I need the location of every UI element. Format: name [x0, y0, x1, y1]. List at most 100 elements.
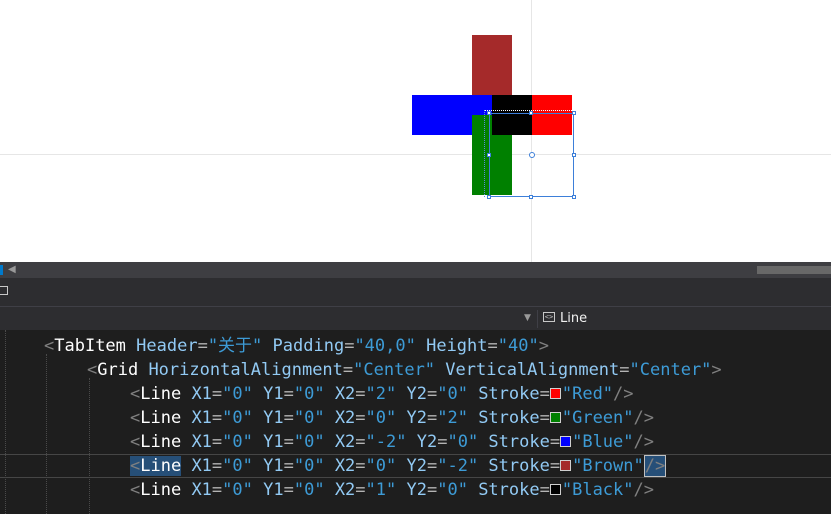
code-token-attr: X2 [324, 432, 356, 452]
code-token-val: "0" [293, 384, 325, 404]
code-token-eq: = [355, 480, 366, 500]
resize-handle-bottom-left[interactable] [487, 195, 491, 199]
code-token-tag: Line [140, 408, 182, 428]
code-token-bracket: < [130, 480, 141, 500]
code-token-val: "Green" [561, 408, 634, 428]
color-swatch-icon[interactable] [549, 484, 561, 495]
code-token-attr: X1 [181, 456, 212, 476]
code-token-val: "Blue" [572, 432, 634, 452]
code-token-bracket: < [130, 432, 141, 452]
designer-toolbar [0, 278, 831, 306]
code-token-bracket: > [538, 336, 549, 356]
scroll-left-arrow-icon[interactable]: ◀ [8, 264, 16, 276]
resize-handle-top[interactable] [529, 111, 533, 115]
color-swatch-icon[interactable] [560, 460, 572, 471]
code-token-tag: Line [140, 432, 182, 452]
expand-pane-icon[interactable] [0, 286, 8, 295]
code-line[interactable]: <Line X1="0" Y1="0" X2="-2" Y2="0" Strok… [0, 430, 831, 454]
code-token-attr: Stroke [467, 384, 540, 404]
code-token-val: "Center" [353, 360, 436, 380]
code-token-attr: Y2 [396, 384, 427, 404]
code-token-eq: = [211, 456, 223, 476]
code-token-attr: X1 [181, 384, 212, 404]
code-line[interactable]: <Grid HorizontalAlignment="Center" Verti… [0, 358, 831, 382]
code-token-eq: = [426, 384, 438, 404]
code-token-eq: = [355, 384, 366, 404]
code-token-eq: = [355, 432, 366, 452]
code-token-eq: = [549, 432, 561, 452]
scrollbar-thumb[interactable] [757, 266, 831, 274]
code-token-val: "0" [437, 480, 468, 500]
code-token-val: "0" [222, 408, 253, 428]
code-token-tag: Grid [97, 360, 139, 380]
code-token-bracket: /> [633, 432, 654, 452]
resize-handle-top-right[interactable] [572, 111, 576, 115]
code-token-attr: Stroke [467, 480, 540, 500]
code-token-eq: = [355, 408, 366, 428]
code-token-bracket: /> [643, 455, 667, 477]
code-line-current[interactable]: <Line X1="0" Y1="0" X2="0" Y2="-2" Strok… [0, 454, 831, 478]
resize-handle-left[interactable] [487, 153, 491, 157]
code-token-attr: Y1 [252, 408, 284, 428]
code-token-val: "0" [293, 480, 325, 500]
xaml-designer-surface[interactable] [0, 0, 831, 262]
code-token-eq: = [283, 480, 294, 500]
code-token-attr: Stroke [467, 408, 540, 428]
resize-handle-bottom[interactable] [529, 195, 533, 199]
code-line[interactable]: <Line X1="0" Y1="0" X2="0" Y2="2" Stroke… [0, 406, 831, 430]
designer-center-guide-horizontal [0, 154, 831, 155]
code-token-eq: = [539, 408, 550, 428]
xaml-element-icon: <> [543, 312, 555, 322]
chevron-down-icon[interactable]: ▼ [524, 311, 531, 325]
code-token-attr: X2 [324, 456, 356, 476]
code-token-eq: = [619, 360, 630, 380]
code-token-val: "-2" [365, 432, 407, 452]
code-token-attr: Stroke [478, 432, 550, 452]
code-token-attr: Stroke [478, 456, 550, 476]
code-token-val: "2" [365, 384, 397, 404]
color-swatch-icon[interactable] [549, 388, 561, 399]
code-token-eq: = [197, 336, 208, 356]
render-transform-origin-handle[interactable] [529, 152, 535, 158]
code-token-eq: = [283, 456, 294, 476]
code-token-eq: = [342, 360, 354, 380]
code-token-val: "0" [293, 456, 325, 476]
code-line[interactable]: <Line X1="0" Y1="0" X2="2" Y2="0" Stroke… [0, 382, 831, 406]
code-line[interactable]: <TabItem Header="关于" Padding="40,0" Heig… [0, 334, 831, 358]
code-token-val: "0" [222, 456, 253, 476]
code-token-val: "40" [497, 336, 539, 356]
code-token-val: "-2" [437, 456, 479, 476]
resize-handle-right[interactable] [572, 153, 576, 157]
selected-element-label[interactable]: Line [560, 310, 587, 328]
code-token-eq: = [426, 480, 438, 500]
resize-handle-bottom-right[interactable] [572, 195, 576, 199]
color-swatch-icon[interactable] [549, 412, 561, 423]
code-token-eq: = [283, 408, 294, 428]
code-token-val: "关于" [207, 336, 263, 356]
code-token-bracket: /> [613, 384, 634, 404]
code-token-val: "0" [447, 432, 479, 452]
color-swatch-icon[interactable] [560, 436, 572, 447]
code-token-bracket: /> [633, 480, 654, 500]
code-token-val: "Red" [561, 384, 614, 404]
code-token-val: "0" [365, 408, 397, 428]
code-token-val: "0" [222, 432, 253, 452]
code-token-attr: Y2 [396, 480, 427, 500]
code-token-eq: = [426, 456, 438, 476]
code-token-attr: Y2 [396, 408, 427, 428]
code-token-val: "0" [222, 480, 253, 500]
code-token-attr: X2 [324, 480, 356, 500]
navbar-separator [537, 310, 538, 328]
code-token-attr: Height [415, 336, 488, 356]
code-token-attr: X2 [324, 384, 356, 404]
code-token-val: "0" [293, 408, 325, 428]
scrollbar-left-edge [0, 265, 3, 275]
code-token-val: "0" [437, 384, 468, 404]
xaml-navigation-bar: ▼ <> Line [0, 306, 831, 330]
code-token-tag: Line [140, 480, 182, 500]
code-line[interactable]: <Line X1="0" Y1="0" X2="1" Y2="0" Stroke… [0, 478, 831, 502]
designer-horizontal-scrollbar[interactable]: ◀ [0, 262, 831, 278]
resize-handle-top-left[interactable] [487, 111, 491, 115]
code-token-eq: = [549, 456, 561, 476]
xaml-code-editor[interactable]: <TabItem Header="关于" Padding="40,0" Heig… [0, 330, 831, 514]
